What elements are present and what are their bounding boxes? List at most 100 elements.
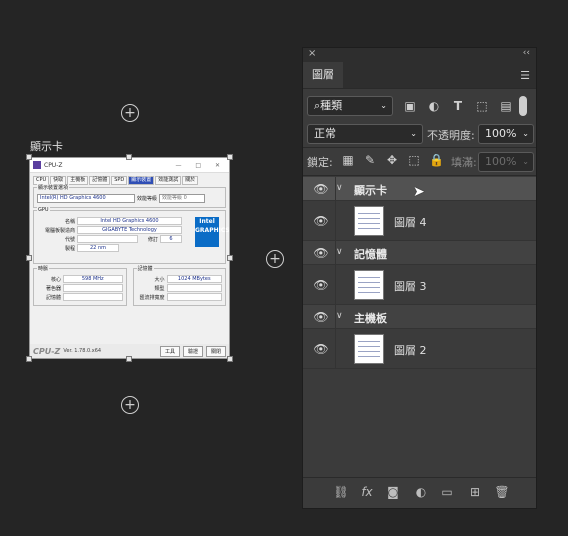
transform-handle[interactable] xyxy=(26,154,32,160)
cpuz-tools-button: 工具 xyxy=(159,345,180,357)
artboard-label[interactable]: 顯示卡 xyxy=(30,138,63,154)
eye-icon[interactable]: 👁 xyxy=(313,343,329,355)
eye-icon[interactable]: 👁 xyxy=(313,311,329,323)
layer-row[interactable]: 👁 圖層 2 xyxy=(303,329,536,369)
cpuz-screenshot-image[interactable]: CPU-Z — □ ✕ CPU 快取 主機板 記憶體 SPD 顯示裝置 效能測試… xyxy=(29,157,230,359)
type-filter-icon[interactable]: T xyxy=(451,99,465,113)
gpu-value: GIGABYTE Technology xyxy=(77,226,182,234)
eye-icon[interactable]: 👁 xyxy=(313,279,329,291)
layer-group-row[interactable]: 👁 ∨ 記憶體 xyxy=(303,241,536,265)
group-name[interactable]: 顯示卡 xyxy=(354,182,387,198)
chevron-down-icon[interactable]: ∨ xyxy=(336,247,343,257)
eye-icon[interactable]: 👁 xyxy=(313,183,329,195)
clock-group: 時脈 核心 598 MHz 著色器 記憶體 xyxy=(33,265,127,306)
memory-group-title: 記憶體 xyxy=(136,265,154,272)
layer-thumbnail[interactable] xyxy=(354,334,384,364)
clock-value: 598 MHz xyxy=(63,275,123,283)
opacity-value: 100% xyxy=(485,127,517,140)
hamburger-icon[interactable]: ☰ xyxy=(520,69,530,82)
chevron-down-icon[interactable]: ∨ xyxy=(336,183,343,193)
cpuz-version: Ver. 1.78.0.x64 xyxy=(63,348,102,354)
transform-handle[interactable] xyxy=(126,356,132,362)
gpu-group: GPU 名稱 Intel HD Graphics 4600 電腦板製造商 GIGAB… xyxy=(33,207,229,264)
memory-value xyxy=(166,284,222,292)
fill-label: 填滿: xyxy=(451,156,477,169)
add-artboard-bottom-button[interactable]: + xyxy=(121,396,139,414)
blend-row: 正常 ⌄ 不透明度: 100% ⌄ xyxy=(307,124,535,144)
filter-kind-select[interactable]: ⌕種類 ⌄ xyxy=(307,96,393,116)
lock-image-pixels-icon[interactable]: ✎ xyxy=(363,153,377,167)
panel-close-button[interactable]: × xyxy=(308,48,316,59)
layer-row[interactable]: 👁 圖層 4 xyxy=(303,201,536,241)
panel-collapse-button[interactable]: ‹‹ xyxy=(523,48,530,58)
blend-mode-select[interactable]: 正常 ⌄ xyxy=(307,124,423,144)
cpuz-tab: 效能測試 xyxy=(155,176,182,185)
tab-layers[interactable]: 圖層 xyxy=(303,62,343,88)
lock-all-icon[interactable]: 🔒 xyxy=(429,153,444,167)
image-filter-icon[interactable]: ▣ xyxy=(403,99,417,113)
revision-label: 修訂 xyxy=(147,236,158,243)
transform-handle[interactable] xyxy=(26,356,32,362)
filter-kind-label: 種類 xyxy=(320,99,343,112)
layer-thumbnail[interactable] xyxy=(354,270,384,300)
clock-group-title: 時脈 xyxy=(37,265,50,272)
chevron-down-icon: ⌄ xyxy=(410,129,417,138)
layers-list: 👁 ∨ 顯示卡 👁 圖層 4 👁 ∨ 記憶體 👁 圖層 3 👁 ∨ 主機板 👁 xyxy=(303,177,536,369)
group-name[interactable]: 主機板 xyxy=(354,310,387,326)
link-icon[interactable]: ⛓ xyxy=(333,484,349,500)
eye-icon[interactable]: 👁 xyxy=(313,247,329,259)
lock-artboard-icon[interactable]: ⬚ xyxy=(407,153,421,167)
clock-value xyxy=(63,284,123,292)
clock-label: 記憶體 xyxy=(45,294,61,301)
chevron-down-icon: ⌄ xyxy=(522,157,529,166)
transform-handle[interactable] xyxy=(227,255,233,261)
layers-panel: × ‹‹ 圖層 ☰ ⌕種類 ⌄ ▣ ◐ T ⬚ ▤ 正常 ⌄ 不透明度: 100… xyxy=(302,47,537,509)
layer-row[interactable]: 👁 圖層 3 xyxy=(303,265,536,305)
mouse-cursor-icon: ➤ xyxy=(413,184,425,200)
shape-filter-icon[interactable]: ⬚ xyxy=(475,99,489,113)
layer-group-row[interactable]: 👁 ∨ 主機板 xyxy=(303,305,536,329)
transform-handle[interactable] xyxy=(227,356,233,362)
lock-position-icon[interactable]: ✥ xyxy=(385,153,399,167)
cpuz-tab: 記憶體 xyxy=(89,176,111,185)
layer-name[interactable]: 圖層 2 xyxy=(394,342,427,358)
layer-name[interactable]: 圖層 3 xyxy=(394,278,427,294)
device-group-title: 顯示裝置選項 xyxy=(37,184,70,191)
fill-input[interactable]: 100% ⌄ xyxy=(478,152,534,172)
folder-icon[interactable]: ▭ xyxy=(439,484,455,500)
adjustment-icon[interactable]: ◐ xyxy=(413,484,429,500)
perf-select: 效能等級 0 xyxy=(159,194,206,203)
cpuz-tab: SPD xyxy=(111,176,128,185)
group-name[interactable]: 記憶體 xyxy=(354,246,387,262)
chevron-down-icon[interactable]: ∨ xyxy=(336,311,343,321)
add-artboard-top-button[interactable]: + xyxy=(121,104,139,122)
lock-transparent-pixels-icon[interactable]: ▦ xyxy=(341,153,355,167)
add-artboard-right-button[interactable]: + xyxy=(266,250,284,268)
gpu-value: 22 nm xyxy=(77,244,119,252)
opacity-input[interactable]: 100% ⌄ xyxy=(478,124,534,144)
gpu-label: 製程 xyxy=(64,245,75,252)
layer-name[interactable]: 圖層 4 xyxy=(394,214,427,230)
eye-icon[interactable]: 👁 xyxy=(313,215,329,227)
new-layer-icon[interactable]: ⊞ xyxy=(467,484,483,500)
lock-label: 鎖定: xyxy=(307,156,333,169)
chevron-down-icon: ⌄ xyxy=(522,129,529,138)
gpu-label: 代號 xyxy=(64,236,75,243)
filter-row: ⌕種類 ⌄ ▣ ◐ T ⬚ ▤ xyxy=(307,96,535,118)
smart-object-filter-icon[interactable]: ▤ xyxy=(499,99,513,113)
fx-icon[interactable]: fx xyxy=(359,484,375,500)
layer-thumbnail[interactable] xyxy=(354,206,384,236)
filter-toggle[interactable] xyxy=(519,96,527,116)
trash-icon[interactable]: 🗑 xyxy=(494,484,510,500)
clock-value xyxy=(63,293,123,301)
transform-handle[interactable] xyxy=(227,154,233,160)
cpuz-brand: CPU-Z xyxy=(33,346,61,356)
transform-handle[interactable] xyxy=(126,154,132,160)
transform-handle[interactable] xyxy=(26,255,32,261)
memory-label: 匯流排寬度 xyxy=(139,294,165,301)
mask-icon[interactable]: ◙ xyxy=(385,484,401,500)
cpuz-validate-button: 驗證 xyxy=(182,345,203,357)
panel-topbar: × ‹‹ xyxy=(303,48,536,62)
opacity-label: 不透明度: xyxy=(427,129,475,142)
adjustment-filter-icon[interactable]: ◐ xyxy=(427,99,441,113)
